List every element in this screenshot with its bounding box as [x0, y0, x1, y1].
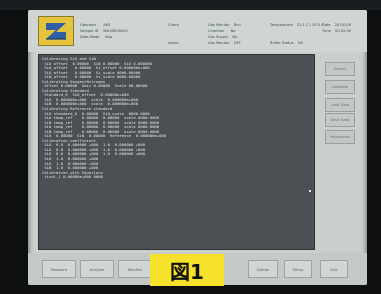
header-col-operator: Operator AKS Sample ID 30000000000 Data …	[80, 22, 128, 40]
parameters-button[interactable]: Parameters	[325, 130, 355, 144]
load-data-button[interactable]: Load Data	[325, 98, 355, 112]
header-value: OK	[297, 41, 303, 45]
header-value: Insp	[104, 35, 113, 39]
console-line: final_1 0.00000e+000 0000	[42, 174, 103, 180]
option-button[interactable]: Option	[248, 260, 278, 278]
exit-button[interactable]: Exit	[320, 260, 348, 278]
header-label: Data Mode	[80, 35, 100, 39]
log-console[interactable]: Calibrating SiO and SiN SiO offset 0.000…	[38, 54, 315, 250]
calibrate-button[interactable]: Calibrate	[325, 80, 355, 94]
setup-button[interactable]: Setup	[284, 260, 312, 278]
application-window: Operator AKS Sample ID 30000000000 Data …	[28, 10, 367, 285]
header-col-check: Check Alarm	[168, 22, 179, 46]
status-header: Operator AKS Sample ID 30000000000 Data …	[28, 10, 367, 52]
measure-button[interactable]: Measure	[42, 260, 76, 278]
header-label: Gas Monitor	[208, 41, 230, 45]
header-label: Buffer Status	[270, 41, 294, 45]
header-label: Check	[168, 23, 180, 27]
mouse-cursor-icon	[309, 190, 311, 192]
app-logo-icon	[38, 16, 74, 46]
header-label: Time	[322, 29, 331, 33]
monitor-bezel	[0, 0, 381, 10]
header-label: Temperature	[270, 23, 293, 27]
header-label: Alarm	[168, 41, 179, 45]
header-value: OFF	[233, 41, 241, 45]
header-value: 00:02:00	[334, 29, 352, 33]
header-col-temperature: Temperature 22.1 C / 30.5 C Buffer Statu…	[270, 22, 324, 46]
figure-label: 図1	[150, 254, 224, 286]
save-data-button[interactable]: Save Data	[325, 113, 355, 127]
analyze-button[interactable]: Analyze	[80, 260, 114, 278]
export-button[interactable]: Export	[325, 62, 355, 76]
monitor-button[interactable]: Monitor	[118, 260, 152, 278]
header-col-gas: Gas Monitor Run Chamber No Gas Supply No…	[208, 22, 241, 46]
header-col-date: Date 2010/1/8 Time 00:02:00	[322, 22, 351, 34]
header-value: 22.1 C / 30.5 C	[296, 23, 324, 27]
